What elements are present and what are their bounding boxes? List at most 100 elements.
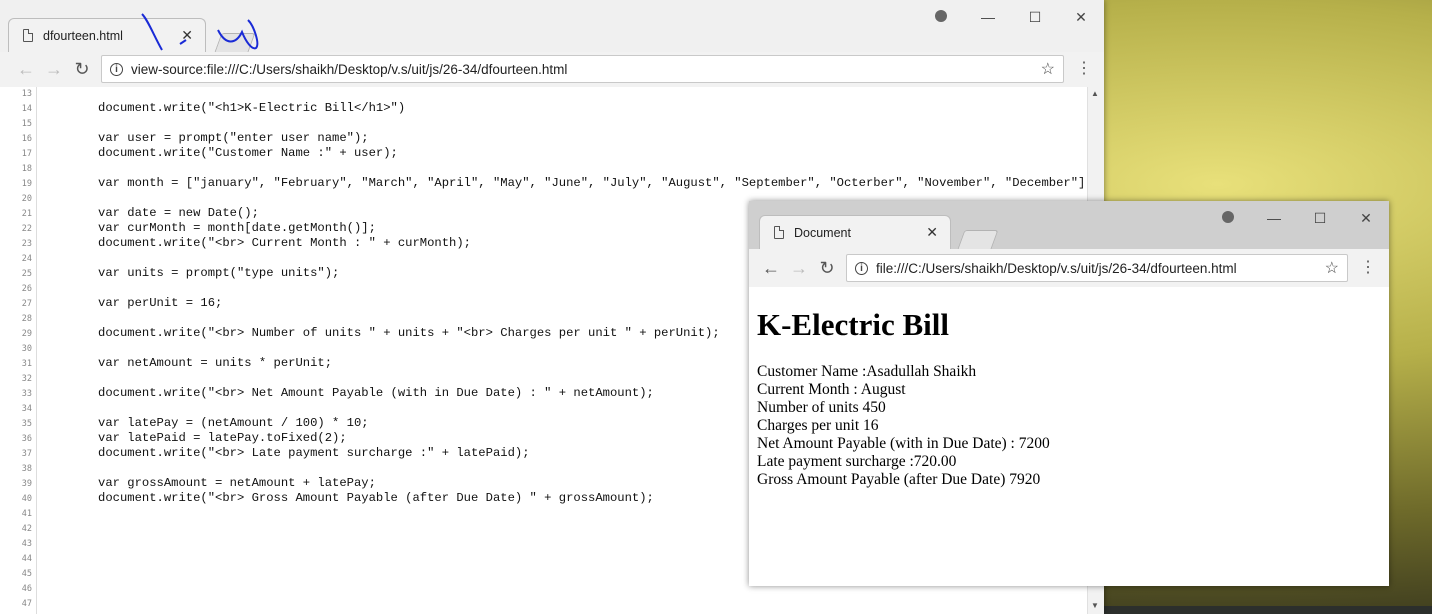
code-line: var curMonth = month[date.getMonth()];	[98, 221, 376, 235]
browser-toolbar: ← → ↻ i view-source:file:///C:/Users/sha…	[0, 52, 1104, 88]
line-number: 22	[21, 224, 32, 234]
address-bar[interactable]: i file:///C:/Users/shaikh/Desktop/v.s/ui…	[846, 254, 1348, 282]
kebab-menu-icon[interactable]: ⋮	[1076, 58, 1092, 78]
document-icon	[774, 226, 784, 239]
line-number: 36	[21, 434, 32, 444]
line-number: 20	[21, 194, 32, 204]
window-controls: — ☐ ✕	[1205, 201, 1389, 235]
output-line: Charges per unit 16	[757, 417, 879, 434]
line-number: 24	[21, 254, 32, 264]
kebab-menu-icon[interactable]: ⋮	[1360, 257, 1376, 277]
back-arrow-icon[interactable]: ←	[12, 59, 40, 80]
line-number: 18	[21, 164, 32, 174]
reload-icon[interactable]: ↻	[68, 59, 96, 80]
new-tab-button[interactable]	[957, 230, 999, 249]
scroll-down-icon[interactable]: ▼	[1091, 601, 1099, 610]
line-number: 37	[21, 449, 32, 459]
code-line: var grossAmount = netAmount + latePay;	[98, 476, 376, 490]
back-arrow-icon[interactable]: ←	[757, 258, 785, 279]
line-number: 25	[21, 269, 32, 279]
code-line: document.write("<br> Late payment surcha…	[98, 446, 530, 460]
code-line: var user = prompt("enter user name");	[98, 131, 369, 145]
minimize-icon[interactable]: —	[1251, 210, 1297, 226]
line-number: 40	[21, 494, 32, 504]
line-number: 33	[21, 389, 32, 399]
output-lines: Customer Name :Asadullah Shaikh Current M…	[757, 363, 1381, 489]
scroll-up-icon[interactable]: ▲	[1091, 89, 1099, 98]
output-line: Gross Amount Payable (after Due Date) 79…	[757, 471, 1041, 488]
line-number: 28	[21, 314, 32, 324]
code-line: var latePaid = latePay.toFixed(2);	[98, 431, 347, 445]
close-icon[interactable]: ✕	[1343, 210, 1389, 227]
code-line: var perUnit = 16;	[98, 296, 223, 310]
line-number: 38	[21, 464, 32, 474]
address-bar[interactable]: i view-source:file:///C:/Users/shaikh/De…	[101, 55, 1064, 83]
document-icon	[23, 29, 33, 42]
output-line: Number of units 450	[757, 399, 886, 416]
bookmark-star-icon[interactable]: ☆	[1041, 59, 1055, 79]
profile-icon[interactable]	[1205, 210, 1251, 226]
line-number: 15	[21, 119, 32, 129]
code-line: var netAmount = units * perUnit;	[98, 356, 333, 370]
line-number: 41	[21, 509, 32, 519]
code-line: var units = prompt("type units");	[98, 266, 340, 280]
code-line: document.write("<br> Net Amount Payable …	[98, 386, 654, 400]
code-line: document.write("Customer Name :" + user)…	[98, 146, 398, 160]
info-icon[interactable]: i	[855, 261, 868, 275]
title-bar: dfourteen.html ✕ — ☐ ✕	[0, 0, 1104, 52]
title-bar: Document ✕ — ☐ ✕	[749, 201, 1389, 249]
line-number: 16	[21, 134, 32, 144]
output-line: Customer Name :Asadullah Shaikh	[757, 363, 977, 380]
code-line: var date = new Date();	[98, 206, 259, 220]
output-line: Net Amount Payable (with in Due Date) : …	[757, 435, 1050, 452]
code-line: var latePay = (netAmount / 100) * 10;	[98, 416, 369, 430]
line-number: 45	[21, 569, 32, 579]
reload-icon[interactable]: ↻	[813, 258, 841, 279]
line-number: 13	[21, 89, 32, 99]
profile-icon[interactable]	[918, 9, 964, 25]
line-number: 27	[21, 299, 32, 309]
window-controls: — ☐ ✕	[918, 0, 1104, 34]
line-number: 21	[21, 209, 32, 219]
maximize-icon[interactable]: ☐	[1012, 9, 1058, 26]
tab-close-icon[interactable]: ✕	[926, 224, 938, 241]
line-number: 39	[21, 479, 32, 489]
bookmark-star-icon[interactable]: ☆	[1325, 258, 1339, 278]
info-icon[interactable]: i	[110, 62, 123, 76]
url-text: file:///C:/Users/shaikh/Desktop/v.s/uit/…	[876, 260, 1237, 276]
code-line: document.write("<br> Gross Amount Payabl…	[98, 491, 654, 505]
line-number: 42	[21, 524, 32, 534]
line-number: 46	[21, 584, 32, 594]
line-number: 32	[21, 374, 32, 384]
line-number: 23	[21, 239, 32, 249]
minimize-icon[interactable]: —	[964, 9, 1012, 25]
forward-arrow-icon[interactable]: →	[785, 258, 813, 279]
browser-toolbar: ← → ↻ i file:///C:/Users/shaikh/Desktop/…	[749, 249, 1389, 288]
line-number: 35	[21, 419, 32, 429]
line-number: 14	[21, 104, 32, 114]
line-number: 26	[21, 284, 32, 294]
rendered-page-window: Document ✕ — ☐ ✕ ← → ↻ i file:///C:/User…	[749, 201, 1389, 586]
line-number: 43	[21, 539, 32, 549]
line-number: 30	[21, 344, 32, 354]
page-content: K-Electric Bill Customer Name :Asadullah…	[749, 287, 1389, 586]
tab-document[interactable]: Document ✕	[759, 215, 951, 249]
nav-buttons: ← → ↻	[12, 52, 96, 87]
url-text: view-source:file:///C:/Users/shaikh/Desk…	[131, 61, 568, 77]
maximize-icon[interactable]: ☐	[1297, 210, 1343, 227]
line-number-gutter: 13 14 15 16 17 18 19 20 21 22 23 24 25 26 27 28 29 30 31 32…	[0, 87, 37, 614]
code-line: document.write("<br> Current Month : " +…	[98, 236, 471, 250]
forward-arrow-icon[interactable]: →	[40, 59, 68, 80]
line-number: 29	[21, 329, 32, 339]
page-heading: K-Electric Bill	[757, 307, 949, 342]
code-line: var month = ["january", "February", "Mar…	[98, 176, 1093, 190]
line-number: 19	[21, 179, 32, 189]
output-line: Late payment surcharge :720.00	[757, 453, 957, 470]
line-number: 44	[21, 554, 32, 564]
code-line: document.write("<h1>K-Electric Bill</h1>…	[98, 101, 406, 115]
close-icon[interactable]: ✕	[1058, 9, 1104, 26]
line-number: 34	[21, 404, 32, 414]
output-line: Current Month : August	[757, 381, 906, 398]
pen-scribble-annotation	[141, 13, 259, 51]
line-number: 31	[21, 359, 32, 369]
